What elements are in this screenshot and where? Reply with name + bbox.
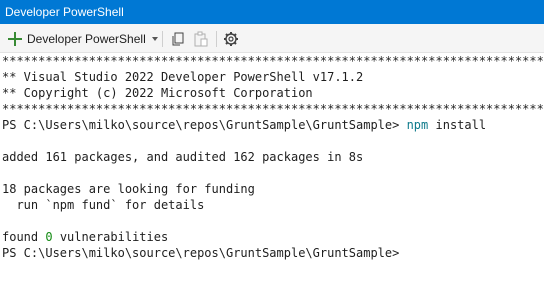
vulnerability-count: 0 <box>45 230 53 244</box>
new-terminal-button[interactable]: Developer PowerShell <box>8 28 158 49</box>
plus-icon <box>8 31 22 46</box>
window-title: Developer PowerShell <box>5 5 124 19</box>
command-line: PS C:\Users\milko\source\repos\GruntSamp… <box>2 117 544 133</box>
banner-stars-line: ****************************************… <box>2 54 544 68</box>
chevron-down-icon[interactable] <box>151 36 158 41</box>
toolbar-separator <box>216 31 217 47</box>
paste-icon <box>194 31 208 47</box>
settings-icon <box>224 32 238 46</box>
terminal-toolbar: Developer PowerShell <box>0 24 544 53</box>
funding-line: 18 packages are looking for funding <box>2 182 255 196</box>
developer-powershell-window: Developer PowerShell Developer PowerShel… <box>0 0 544 286</box>
vulnerabilities-line: found 0 vulnerabilities <box>2 229 544 245</box>
banner-version-line: ** Visual Studio 2022 Developer PowerShe… <box>2 70 364 84</box>
toolbar-separator <box>162 31 163 47</box>
banner-copyright-line: ** Copyright (c) 2022 Microsoft Corporat… <box>2 86 313 100</box>
command-name: npm <box>406 118 429 132</box>
final-prompt-line: PS C:\Users\milko\source\repos\GruntSamp… <box>2 246 400 260</box>
found-suffix: vulnerabilities <box>52 230 169 244</box>
banner-stars-line: ****************************************… <box>2 102 544 116</box>
terminal-output[interactable]: ****************************************… <box>0 53 544 286</box>
title-bar: Developer PowerShell <box>0 0 544 24</box>
funding-hint-line: run `npm fund` for details <box>2 198 205 212</box>
command-args: install <box>428 118 487 132</box>
settings-button[interactable] <box>221 29 241 49</box>
found-prefix: found <box>2 230 46 244</box>
new-terminal-label: Developer PowerShell <box>27 31 146 46</box>
paste-button[interactable] <box>191 29 211 49</box>
prompt-text: PS C:\Users\milko\source\repos\GruntSamp… <box>2 118 407 132</box>
copy-icon <box>172 32 184 46</box>
copy-button[interactable] <box>168 29 188 49</box>
added-packages-line: added 161 packages, and audited 162 pack… <box>2 150 364 164</box>
